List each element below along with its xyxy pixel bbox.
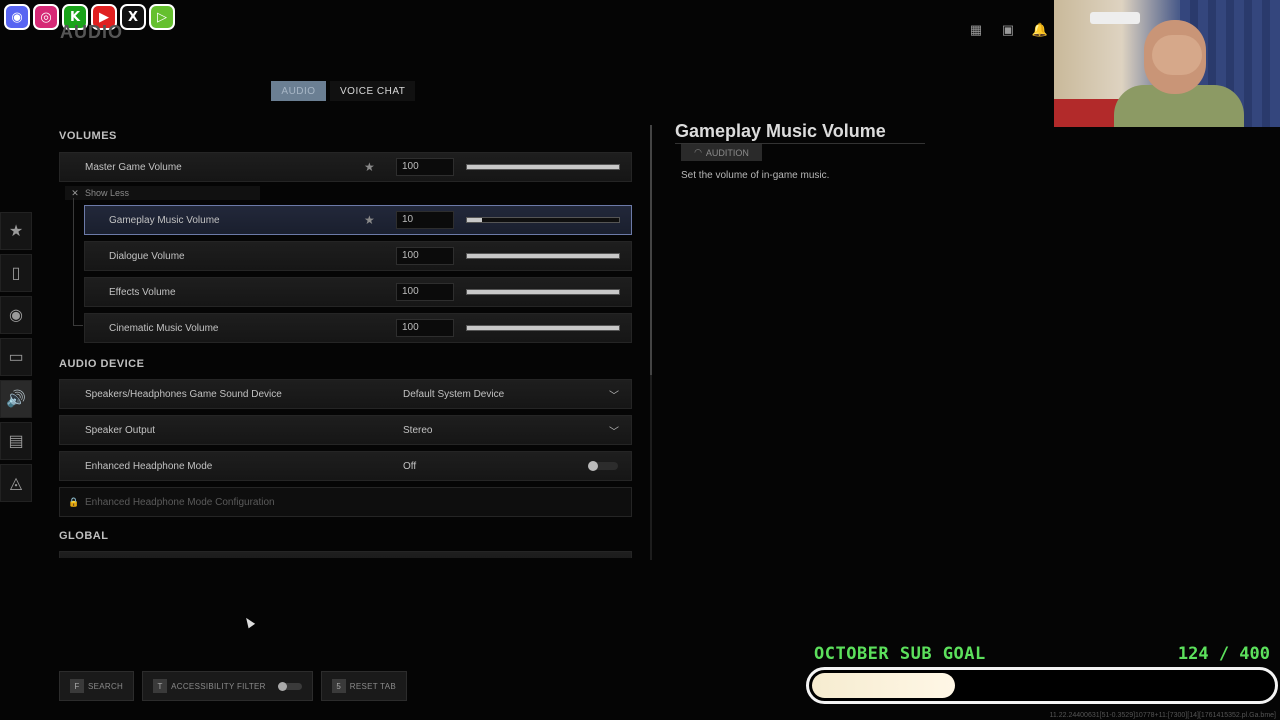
- slider-fill: [467, 165, 619, 169]
- speaker-output-label: Speaker Output: [85, 424, 156, 436]
- effects-volume-value[interactable]: 100: [396, 283, 454, 301]
- bell-icon[interactable]: 🔔: [1026, 20, 1054, 40]
- mouse-icon[interactable]: ▯: [0, 254, 32, 292]
- search-button[interactable]: F SEARCH: [59, 671, 135, 701]
- master-volume-value[interactable]: 100: [396, 158, 454, 176]
- section-audio-device-title: AUDIO DEVICE: [59, 358, 145, 370]
- dialogue-volume-slider[interactable]: [466, 253, 620, 259]
- dialogue-volume-row[interactable]: Dialogue Volume 100: [84, 241, 632, 271]
- display-icon[interactable]: ▭: [0, 338, 32, 376]
- mouse-cursor: [242, 615, 256, 629]
- speaker-output-value[interactable]: Stereo: [403, 425, 432, 436]
- footer-actions: F SEARCH T ACCESSIBILITY FILTER 5 RESET …: [59, 671, 408, 701]
- speaker-output-row[interactable]: Speaker Output Stereo ﹀: [59, 415, 632, 445]
- interface-icon[interactable]: ▤: [0, 422, 32, 460]
- favorite-star-icon[interactable]: ★: [364, 213, 375, 227]
- instagram-icon: ◎: [33, 4, 59, 30]
- webcam-ac-unit: [1090, 12, 1140, 24]
- search-button-label: SEARCH: [88, 681, 124, 691]
- top-bar-icons: ▦ ▣ 🔔: [962, 20, 1054, 40]
- store-icon[interactable]: ▣: [994, 20, 1022, 40]
- gameplay-music-volume-row[interactable]: Gameplay Music Volume ★ 10: [84, 205, 632, 235]
- star-icon[interactable]: ★: [0, 212, 32, 250]
- settings-scrollbar[interactable]: [650, 125, 652, 560]
- page-title: AUDIO: [60, 22, 123, 42]
- sub-goal-label: OCTOBER SUB GOAL: [814, 644, 986, 664]
- sub-goal-progress-bar: [806, 667, 1278, 704]
- slider-fill: [467, 218, 483, 222]
- enhanced-headphone-mode-toggle[interactable]: [588, 461, 618, 471]
- show-less-toggle[interactable]: ✕ Show Less: [65, 186, 260, 200]
- network-icon[interactable]: ◬: [0, 464, 32, 502]
- slider-fill: [467, 254, 619, 258]
- reset-tab-label: RESET TAB: [349, 681, 397, 691]
- detail-title: Gameplay Music Volume: [675, 121, 886, 141]
- headphones-icon: ◠: [694, 147, 702, 157]
- gameplay-music-volume-value[interactable]: 10: [396, 211, 454, 229]
- speaker-icon[interactable]: 🔊: [0, 380, 32, 418]
- accessibility-filter-toggle[interactable]: [277, 681, 302, 691]
- chevron-down-icon[interactable]: ﹀: [609, 387, 619, 402]
- webcam-person-hand: [1152, 35, 1202, 75]
- key-hint: T: [153, 679, 168, 693]
- settings-tabs: AUDIO VOICE CHAT: [271, 81, 416, 101]
- game-sound-device-value[interactable]: Default System Device: [403, 389, 504, 400]
- sub-goal-progress-fill: [812, 673, 955, 698]
- build-string: 11.22.24400631[51-0.3529]10778+11:[7300]…: [1049, 712, 1276, 719]
- cinematic-music-volume-row[interactable]: Cinematic Music Volume 100: [84, 313, 632, 343]
- enhanced-headphone-mode-row[interactable]: Enhanced Headphone Mode Off: [59, 451, 632, 481]
- global-first-row[interactable]: [59, 551, 632, 558]
- audition-label: AUDITION: [705, 147, 749, 158]
- close-icon: ✕: [71, 187, 79, 198]
- grid-menu-icon[interactable]: ▦: [962, 20, 990, 40]
- settings-category-rail: ★ ▯ ◉ ▭ 🔊 ▤ ◬: [0, 212, 34, 506]
- chevron-down-icon[interactable]: ﹀: [609, 423, 619, 438]
- tree-connector: [73, 198, 83, 326]
- accessibility-filter-label: ACCESSIBILITY FILTER: [171, 681, 266, 691]
- controller-icon[interactable]: ◉: [0, 296, 32, 334]
- accessibility-filter-button[interactable]: T ACCESSIBILITY FILTER: [142, 671, 313, 701]
- toggle-knob: [588, 461, 598, 471]
- cinematic-music-volume-slider[interactable]: [466, 325, 620, 331]
- discord-icon: ◉: [4, 4, 30, 30]
- enhanced-headphone-config-row: 🔒 Enhanced Headphone Mode Configuration: [59, 487, 632, 517]
- tab-voice-chat[interactable]: VOICE CHAT: [330, 81, 416, 101]
- key-hint: 5: [331, 679, 346, 693]
- game-sound-device-label: Speakers/Headphones Game Sound Device: [85, 388, 282, 400]
- rumble-icon: ▷: [149, 4, 175, 30]
- enhanced-headphone-mode-value: Off: [403, 460, 417, 472]
- section-global-title: GLOBAL: [59, 530, 109, 542]
- sub-goal-count: 124 / 400: [1177, 644, 1270, 664]
- slider-fill: [467, 326, 619, 330]
- scrollbar-thumb[interactable]: [650, 125, 652, 375]
- tab-audio[interactable]: AUDIO: [271, 81, 326, 101]
- dialogue-volume-value[interactable]: 100: [396, 247, 454, 265]
- master-volume-slider[interactable]: [466, 164, 620, 170]
- gameplay-music-volume-slider[interactable]: [466, 217, 620, 223]
- detail-description: Set the volume of in-game music.: [681, 170, 830, 181]
- lock-icon: 🔒: [68, 496, 80, 507]
- enhanced-headphone-config-label: Enhanced Headphone Mode Configuration: [85, 496, 275, 508]
- game-sound-device-row[interactable]: Speakers/Headphones Game Sound Device De…: [59, 379, 632, 409]
- settings-list: VOLUMES Master Game Volume ★ 100 ✕ Show …: [59, 128, 633, 558]
- audition-button[interactable]: ◠ AUDITION: [681, 144, 762, 161]
- reset-tab-button[interactable]: 5 RESET TAB: [320, 671, 408, 701]
- favorite-star-icon[interactable]: ★: [364, 160, 375, 174]
- show-less-label: Show Less: [85, 188, 130, 198]
- webcam-overlay: [1054, 0, 1280, 127]
- x-icon: X: [120, 4, 146, 30]
- effects-volume-slider[interactable]: [466, 289, 620, 295]
- effects-volume-row[interactable]: Effects Volume 100: [84, 277, 632, 307]
- section-volumes-title: VOLUMES: [59, 130, 117, 142]
- cinematic-music-volume-value[interactable]: 100: [396, 319, 454, 337]
- master-volume-row[interactable]: Master Game Volume ★ 100: [59, 152, 632, 182]
- key-hint: F: [70, 679, 84, 693]
- enhanced-headphone-mode-label: Enhanced Headphone Mode: [85, 460, 213, 472]
- slider-fill: [467, 290, 619, 294]
